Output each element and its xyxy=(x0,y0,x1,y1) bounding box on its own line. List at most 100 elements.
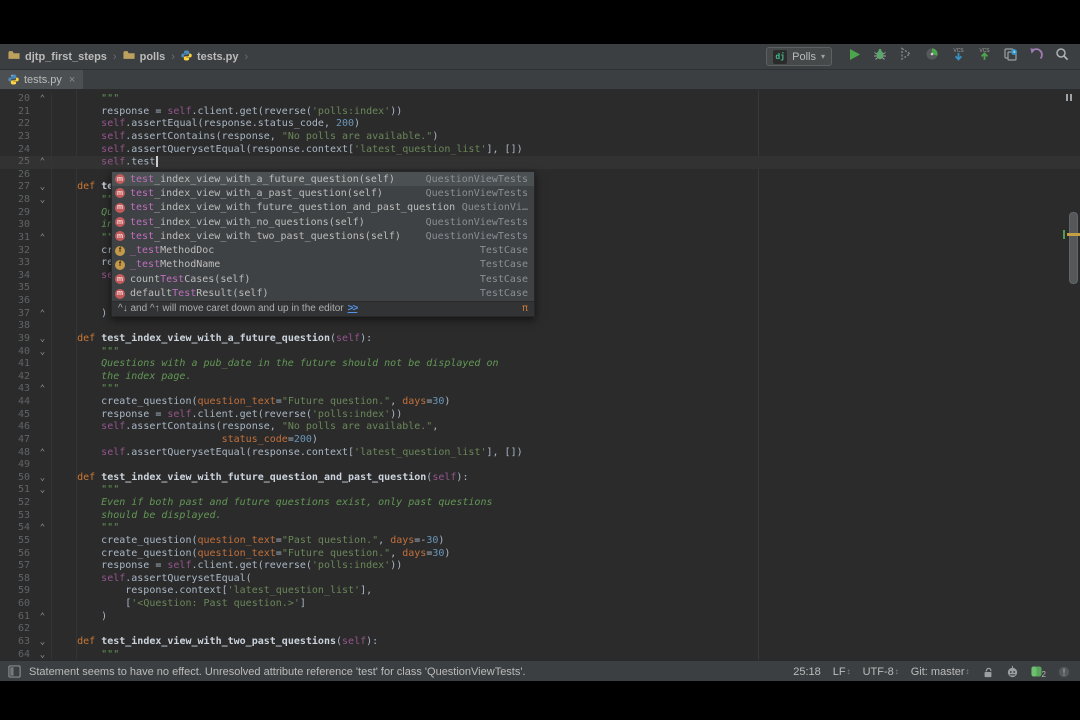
close-icon[interactable]: × xyxy=(69,74,75,86)
vcs-update-button[interactable]: VCS xyxy=(946,46,970,68)
code-line[interactable]: 46 self.assertContains(response, "No pol… xyxy=(0,421,1080,434)
fold-up-icon[interactable]: ⌃ xyxy=(34,156,52,169)
code-line[interactable]: 45 response = self.client.get(reverse('p… xyxy=(0,409,1080,422)
code-line[interactable]: 60 ['<Question: Past question.>'] xyxy=(0,598,1080,611)
fold-down-icon[interactable]: ⌄ xyxy=(34,333,52,346)
code-text xyxy=(52,623,53,636)
code-line[interactable]: 43⌃ """ xyxy=(0,383,1080,396)
fold-down-icon[interactable]: ⌄ xyxy=(34,649,52,661)
fold-up-icon[interactable]: ⌃ xyxy=(34,447,52,460)
code-token: , xyxy=(390,548,402,559)
scrollbar-thumb[interactable] xyxy=(1069,212,1078,284)
code-token: )) xyxy=(390,409,402,420)
completion-name: test_index_view_with_a_future_question(s… xyxy=(130,174,395,185)
code-token: ) xyxy=(432,131,438,142)
completion-item[interactable]: mdefaultTestResult(self)TestCase xyxy=(112,286,534,300)
debug-button[interactable] xyxy=(868,46,892,68)
run-configuration-select[interactable]: dj Polls ▾ xyxy=(766,47,832,66)
fold-down-icon[interactable]: ⌄ xyxy=(34,484,52,497)
line-ending-widget[interactable]: LF↕ xyxy=(833,666,851,678)
hint-more-link[interactable]: >> xyxy=(348,303,358,314)
code-line[interactable]: 57 response = self.client.get(reverse('p… xyxy=(0,560,1080,573)
search-button[interactable] xyxy=(1050,46,1074,68)
code-line[interactable]: 55 create_question(question_text="Past q… xyxy=(0,535,1080,548)
code-line[interactable]: 41 Questions with a pub_date in the futu… xyxy=(0,358,1080,371)
letterbox-top xyxy=(0,0,1080,44)
lock-icon[interactable] xyxy=(982,666,994,678)
code-line[interactable]: 47 status_code=200) xyxy=(0,434,1080,447)
relevance-sort-icon[interactable]: π xyxy=(522,303,528,314)
inspector-hector-icon[interactable] xyxy=(1006,665,1019,678)
breadcrumb-item-polls[interactable]: polls xyxy=(123,50,166,63)
tab-tests-py[interactable]: tests.py × xyxy=(0,70,83,89)
code-line[interactable]: 23 self.assertContains(response, "No pol… xyxy=(0,131,1080,144)
coverage-icon xyxy=(899,47,913,66)
code-line[interactable]: 22 self.assertEqual(response.status_code… xyxy=(0,118,1080,131)
run-button[interactable] xyxy=(842,46,866,68)
code-line[interactable]: 51⌄ """ xyxy=(0,484,1080,497)
completion-item[interactable]: f_testMethodDocTestCase xyxy=(112,243,534,257)
toolwindow-toggle-icon[interactable] xyxy=(8,665,21,678)
fold-up-icon[interactable]: ⌃ xyxy=(34,308,52,321)
code-line[interactable]: 44 create_question(question_text="Future… xyxy=(0,396,1080,409)
code-line[interactable]: 25⌃ self.test xyxy=(0,156,1080,169)
coverage-button[interactable] xyxy=(894,46,918,68)
completion-item[interactable]: mtest_index_view_with_a_past_question(se… xyxy=(112,186,534,200)
inspection-indicator-icon[interactable] xyxy=(1066,94,1072,101)
fold-up-icon[interactable]: ⌃ xyxy=(34,93,52,106)
fold-down-icon[interactable]: ⌄ xyxy=(34,636,52,649)
highlighting-level-widget[interactable]: 2 xyxy=(1031,666,1046,677)
fold-up-icon[interactable]: ⌃ xyxy=(34,232,52,245)
fold-up-icon[interactable]: ⌃ xyxy=(34,383,52,396)
code-line[interactable]: 56 create_question(question_text="Future… xyxy=(0,548,1080,561)
code-line[interactable]: 50⌄ def test_index_view_with_future_ques… xyxy=(0,472,1080,485)
changes-button[interactable] xyxy=(998,46,1022,68)
completion-item[interactable]: mtest_index_view_with_future_question_an… xyxy=(112,201,534,215)
breadcrumb-item-djtp_first_steps[interactable]: djtp_first_steps xyxy=(8,50,107,63)
rollback-button[interactable] xyxy=(1024,46,1048,68)
warning-stripe-mark[interactable] xyxy=(1067,233,1080,236)
code-line[interactable]: 48⌃ self.assertQuerysetEqual(response.co… xyxy=(0,447,1080,460)
encoding-widget[interactable]: UTF-8↕ xyxy=(863,666,899,678)
code-line[interactable]: 39⌄ def test_index_view_with_a_future_qu… xyxy=(0,333,1080,346)
fold-down-icon[interactable]: ⌄ xyxy=(34,181,52,194)
completion-item[interactable]: f_testMethodNameTestCase xyxy=(112,258,534,272)
line-number: 42 xyxy=(0,371,34,384)
code-line[interactable]: 64⌄ """ xyxy=(0,649,1080,661)
event-log-icon[interactable] xyxy=(1058,666,1070,678)
completion-origin-class: QuestionViewTests xyxy=(426,231,528,242)
code-line[interactable]: 53 should be displayed. xyxy=(0,510,1080,523)
code-line[interactable]: 42 the index page. xyxy=(0,371,1080,384)
code-line[interactable]: 49 xyxy=(0,459,1080,472)
completion-item[interactable]: mcountTestCases(self)TestCase xyxy=(112,272,534,286)
code-line[interactable]: 58 self.assertQuerysetEqual( xyxy=(0,573,1080,586)
code-line[interactable]: 21 response = self.client.get(reverse('p… xyxy=(0,106,1080,119)
fold-up-icon[interactable]: ⌃ xyxy=(34,611,52,624)
code-line[interactable]: 59 response.context['latest_question_lis… xyxy=(0,585,1080,598)
line-number: 41 xyxy=(0,358,34,371)
code-line[interactable]: 62 xyxy=(0,623,1080,636)
fold-down-icon[interactable]: ⌄ xyxy=(34,472,52,485)
code-line[interactable]: 52 Even if both past and future question… xyxy=(0,497,1080,510)
code-line[interactable]: 38 xyxy=(0,320,1080,333)
profiler-button[interactable] xyxy=(920,46,944,68)
fold-up-icon[interactable]: ⌃ xyxy=(34,522,52,535)
completion-item[interactable]: mtest_index_view_with_a_future_question(… xyxy=(112,172,534,186)
breadcrumb-item-tests-py[interactable]: tests.py xyxy=(181,50,239,64)
completion-item[interactable]: mtest_index_view_with_two_past_questions… xyxy=(112,229,534,243)
fold-down-icon[interactable]: ⌄ xyxy=(34,346,52,359)
code-line[interactable]: 20⌃ """ xyxy=(0,93,1080,106)
code-line[interactable]: 54⌃ """ xyxy=(0,522,1080,535)
code-line[interactable]: 61⌃ ) xyxy=(0,611,1080,624)
code-line[interactable]: 40⌄ """ xyxy=(0,346,1080,359)
vcs-commit-button[interactable]: VCS xyxy=(972,46,996,68)
completion-item[interactable]: mtest_index_view_with_no_questions(self)… xyxy=(112,215,534,229)
fold-down-icon[interactable]: ⌄ xyxy=(34,194,52,207)
code-line[interactable]: 63⌄ def test_index_view_with_two_past_qu… xyxy=(0,636,1080,649)
fold-gutter xyxy=(34,295,52,308)
vcs-branch-widget[interactable]: Git: master↕ xyxy=(911,666,970,678)
code-line[interactable]: 24 self.assertQuerysetEqual(response.con… xyxy=(0,144,1080,157)
code-text: """ xyxy=(52,93,119,106)
code-editor[interactable]: 20⌃ """21 response = self.client.get(rev… xyxy=(0,90,1080,660)
caret-position-widget[interactable]: 25:18 xyxy=(793,666,821,678)
